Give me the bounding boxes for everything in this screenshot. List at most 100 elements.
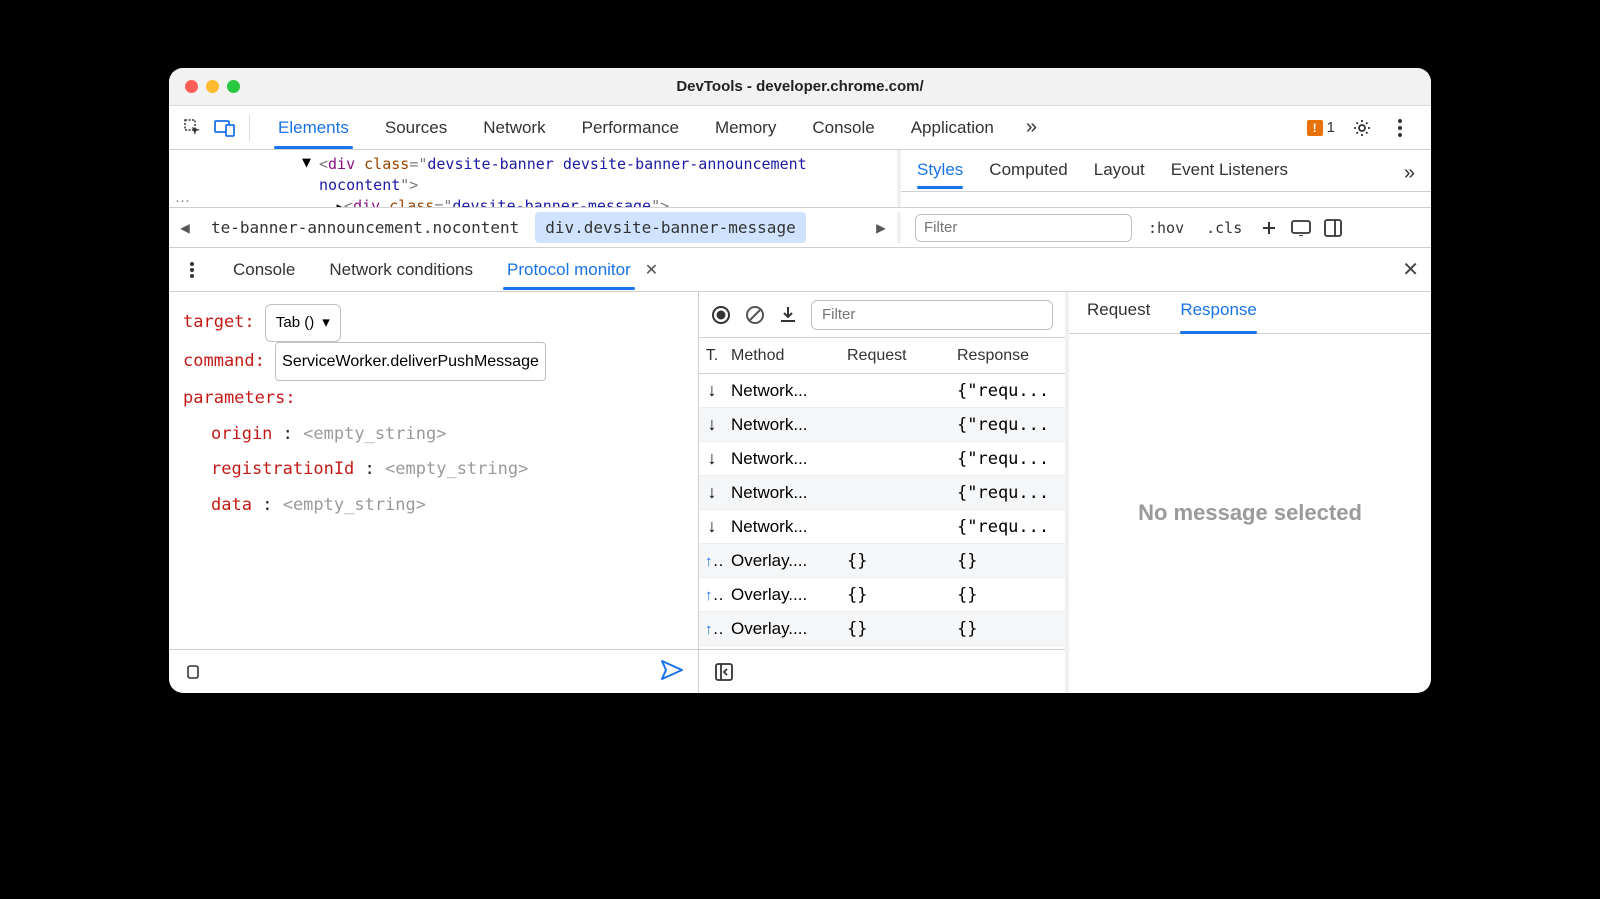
elements-row: ▼ <div class="devsite-banner devsite-ban… — [169, 150, 1431, 208]
param-value[interactable]: <empty_string> — [283, 495, 426, 515]
direction-icon: ↑↓ — [699, 585, 725, 605]
detail-tabs: Request Response — [1069, 292, 1431, 334]
cell-method: Network... — [725, 415, 841, 435]
message-panel: T. Method Request Response ↓Network...{"… — [699, 292, 1431, 693]
message-list: T. Method Request Response ↓Network...{"… — [699, 292, 1069, 693]
toolbar-right: ! 1 — [1307, 117, 1421, 139]
issues-count: 1 — [1327, 119, 1335, 136]
drawer-kebab-icon[interactable] — [181, 259, 203, 281]
col-request[interactable]: Request — [841, 347, 951, 365]
cell-method: Overlay.... — [725, 551, 841, 571]
breadcrumb-row: ◀ te-banner-announcement.nocontent div.d… — [169, 208, 1431, 248]
dom-tree-preview[interactable]: ▼ <div class="devsite-banner devsite-ban… — [169, 150, 901, 207]
toggle-sidebar-icon[interactable] — [1322, 217, 1344, 239]
command-panel: target: Tab () ▾ command: ServiceWorker.… — [169, 292, 699, 693]
param-value[interactable]: <empty_string> — [385, 459, 528, 479]
tab-console[interactable]: Console — [808, 109, 878, 147]
message-toolbar — [699, 292, 1065, 338]
styles-toolbar: :hov .cls — [901, 214, 1431, 242]
table-row[interactable]: ↓Network...{"requ... — [699, 476, 1065, 510]
record-icon[interactable] — [711, 305, 731, 325]
tab-application[interactable]: Application — [907, 109, 998, 147]
table-row[interactable]: ↓Network...{"requ... — [699, 374, 1065, 408]
table-row[interactable]: ↓Network...{"requ... — [699, 510, 1065, 544]
drawer-body: target: Tab () ▾ command: ServiceWorker.… — [169, 292, 1431, 693]
styles-tabs: Styles Computed Layout Event Listeners » — [901, 150, 1431, 192]
message-filter-input[interactable] — [811, 300, 1053, 330]
col-type[interactable]: T. — [699, 347, 725, 365]
computed-styles-icon[interactable] — [1290, 217, 1312, 239]
breadcrumb-item[interactable]: te-banner-announcement.nocontent — [201, 212, 529, 243]
styles-tab-layout[interactable]: Layout — [1094, 160, 1145, 188]
breadcrumb-item-selected[interactable]: div.devsite-banner-message — [535, 212, 805, 243]
tab-memory[interactable]: Memory — [711, 109, 780, 147]
breadcrumb-prev-icon[interactable]: ◀ — [175, 218, 195, 237]
table-row[interactable]: ↑↓Overlay....{}{} — [699, 612, 1065, 646]
chevron-down-icon: ▾ — [322, 307, 330, 339]
styles-tab-styles[interactable]: Styles — [917, 160, 963, 188]
command-input[interactable]: ServiceWorker.deliverPushMessage — [275, 342, 546, 382]
device-toolbar-icon[interactable] — [211, 114, 239, 142]
col-response[interactable]: Response — [951, 347, 1065, 365]
collapse-panel-icon[interactable] — [713, 661, 735, 683]
hov-toggle[interactable]: :hov — [1142, 217, 1190, 239]
tab-performance[interactable]: Performance — [578, 109, 683, 147]
direction-icon: ↓ — [699, 516, 725, 537]
direction-icon: ↓ — [699, 448, 725, 469]
breadcrumb-next-icon[interactable]: ▶ — [871, 218, 891, 237]
cell-method: Overlay.... — [725, 619, 841, 639]
detail-tab-request[interactable]: Request — [1087, 300, 1150, 333]
new-style-rule-icon[interactable] — [1258, 217, 1280, 239]
drawer-tab-networkconditions[interactable]: Network conditions — [325, 252, 477, 288]
styles-tab-computed[interactable]: Computed — [989, 160, 1067, 188]
drawer-tab-console[interactable]: Console — [229, 252, 299, 288]
breadcrumb-trail: ◀ te-banner-announcement.nocontent div.d… — [169, 212, 901, 243]
more-tabs-icon[interactable]: » — [1026, 116, 1037, 139]
issues-badge[interactable]: ! 1 — [1307, 119, 1335, 136]
close-drawer-icon[interactable]: ✕ — [1402, 257, 1419, 282]
table-row[interactable]: ↑↓Overlay....{}{} — [699, 578, 1065, 612]
download-icon[interactable] — [779, 305, 797, 325]
styles-filter-input[interactable] — [915, 214, 1132, 242]
window-title: DevTools - developer.chrome.com/ — [169, 78, 1431, 95]
main-tabs: Elements Sources Network Performance Mem… — [260, 109, 1303, 147]
styles-tab-eventlisteners[interactable]: Event Listeners — [1171, 160, 1288, 188]
detail-tab-response[interactable]: Response — [1180, 300, 1257, 333]
table-header: T. Method Request Response — [699, 338, 1065, 374]
tab-sources[interactable]: Sources — [381, 109, 451, 147]
tab-elements[interactable]: Elements — [274, 109, 353, 147]
param-name: data — [211, 495, 252, 515]
maximize-window-button[interactable] — [227, 80, 240, 93]
table-row[interactable]: ↓Network...{"requ... — [699, 442, 1065, 476]
send-button[interactable] — [660, 659, 684, 681]
command-form: target: Tab () ▾ command: ServiceWorker.… — [169, 292, 698, 649]
inspect-element-icon[interactable] — [179, 114, 207, 142]
cell-method: Overlay.... — [725, 585, 841, 605]
detail-panel: Request Response No message selected — [1069, 292, 1431, 693]
direction-icon: ↓ — [699, 380, 725, 401]
clear-icon[interactable] — [745, 305, 765, 325]
settings-icon[interactable] — [1351, 117, 1373, 139]
col-method[interactable]: Method — [725, 347, 841, 365]
copy-icon[interactable] — [183, 661, 205, 683]
param-value[interactable]: <empty_string> — [303, 424, 446, 444]
kebab-menu-icon[interactable] — [1389, 117, 1411, 139]
tab-network[interactable]: Network — [479, 109, 549, 147]
target-select[interactable]: Tab () ▾ — [265, 304, 341, 342]
main-tab-strip: Elements Sources Network Performance Mem… — [169, 106, 1431, 150]
drawer-tab-protocolmonitor[interactable]: Protocol monitor — [503, 252, 635, 288]
cell-response: {} — [951, 551, 1065, 571]
cls-toggle[interactable]: .cls — [1200, 217, 1248, 239]
cell-response: {"requ... — [951, 415, 1065, 435]
minimize-window-button[interactable] — [206, 80, 219, 93]
table-row[interactable]: ↑↓Overlay....{}{} — [699, 544, 1065, 578]
styles-more-icon[interactable]: » — [1404, 162, 1415, 185]
close-tab-icon[interactable]: ✕ — [645, 260, 658, 280]
direction-icon: ↑↓ — [699, 551, 725, 571]
table-row[interactable]: ↓Network... {"requ... — [699, 408, 1065, 442]
target-label: target — [183, 312, 244, 332]
traffic-lights — [169, 80, 240, 93]
close-window-button[interactable] — [185, 80, 198, 93]
table-body[interactable]: ↓Network...{"requ...↓Network...{"requ...… — [699, 374, 1065, 649]
direction-icon: ↓ — [699, 414, 725, 435]
